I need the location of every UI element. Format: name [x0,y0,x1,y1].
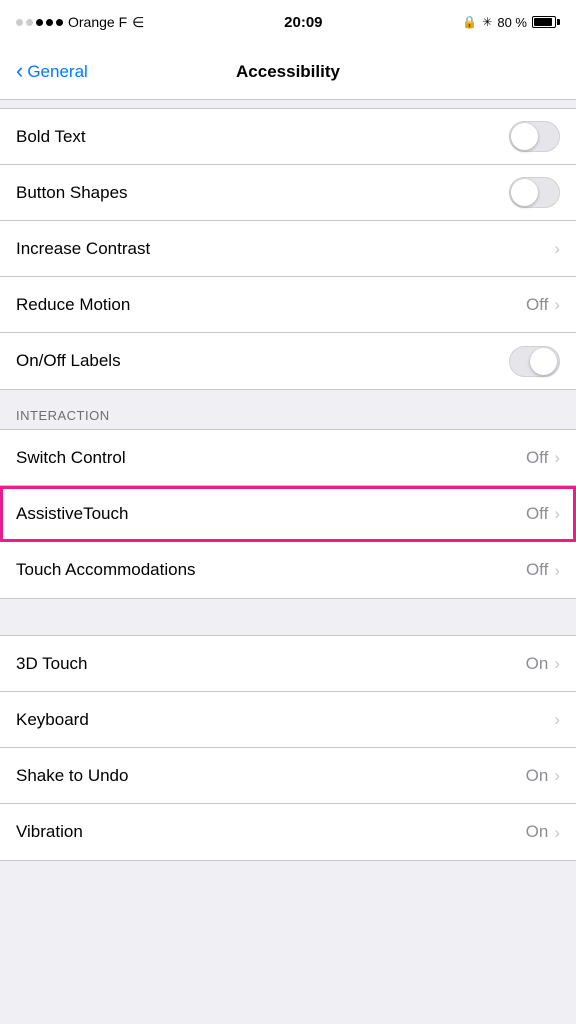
assistive-touch-chevron: › [554,505,560,522]
touch-accommodations-value: Off [526,560,548,580]
switch-control-item[interactable]: Switch Control Off › [0,430,576,486]
assistive-touch-value: Off [526,504,548,524]
increase-contrast-chevron: › [554,240,560,257]
wifi-icon: ∈ [132,14,144,31]
3d-touch-label: 3D Touch [16,654,88,674]
switch-control-chevron: › [554,449,560,466]
reduce-motion-value: Off [526,295,548,315]
assistive-touch-item[interactable]: AssistiveTouch Off › [0,486,576,542]
onoff-labels-toggle[interactable] [509,346,560,377]
shake-undo-item[interactable]: Shake to Undo On › [0,748,576,804]
3d-touch-value: On [526,654,549,674]
3d-touch-chevron: › [554,655,560,672]
touch-accommodations-item[interactable]: Touch Accommodations Off › [0,542,576,598]
signal-dots [16,19,63,26]
touch-accommodations-chevron: › [554,562,560,579]
back-button[interactable]: ‹ General [16,62,88,82]
status-right: 🔒 ✳ 80 % [462,15,560,30]
onoff-labels-toggle-knob [530,348,557,375]
lock-icon: 🔒 [462,15,477,29]
onoff-labels-item[interactable]: On/Off Labels [0,333,576,389]
bold-text-right [509,121,560,152]
keyboard-label: Keyboard [16,710,89,730]
shake-undo-right: On › [526,766,560,786]
battery-percent: 80 % [497,15,527,30]
signal-dot-5 [56,19,63,26]
button-shapes-toggle-knob [511,179,538,206]
back-label: General [27,62,87,82]
3d-touch-item[interactable]: 3D Touch On › [0,636,576,692]
page-title: Accessibility [236,62,340,82]
reduce-motion-chevron: › [554,296,560,313]
touch-accommodations-label: Touch Accommodations [16,560,196,580]
bluetooth-icon: ✳ [482,15,492,29]
3d-touch-right: On › [526,654,560,674]
vibration-label: Vibration [16,822,83,842]
shake-undo-label: Shake to Undo [16,766,128,786]
keyboard-chevron: › [554,711,560,728]
status-left: Orange F ∈ [16,14,144,31]
button-shapes-right [509,177,560,208]
reduce-motion-right: Off › [526,295,560,315]
bold-text-item[interactable]: Bold Text [0,109,576,165]
interaction-section: Switch Control Off › AssistiveTouch Off … [0,429,576,599]
signal-dot-1 [16,19,23,26]
onoff-labels-right [509,346,560,377]
shake-undo-chevron: › [554,767,560,784]
battery-icon [532,16,560,28]
vibration-right: On › [526,822,560,842]
assistive-touch-label: AssistiveTouch [16,504,128,524]
status-time: 20:09 [284,14,322,31]
increase-contrast-item[interactable]: Increase Contrast › [0,221,576,277]
vision-section: Bold Text Button Shapes Increase Contras… [0,108,576,390]
vibration-chevron: › [554,824,560,841]
bold-text-label: Bold Text [16,127,86,147]
interaction-section-header: INTERACTION [0,390,576,429]
status-bar: Orange F ∈ 20:09 🔒 ✳ 80 % [0,0,576,44]
section-gap-top [0,100,576,108]
reduce-motion-label: Reduce Motion [16,295,130,315]
signal-dot-2 [26,19,33,26]
keyboard-item[interactable]: Keyboard › [0,692,576,748]
switch-control-right: Off › [526,448,560,468]
onoff-labels-label: On/Off Labels [16,351,121,371]
switch-control-label: Switch Control [16,448,126,468]
vibration-value: On [526,822,549,842]
keyboard-right: › [554,711,560,728]
bold-text-toggle-knob [511,123,538,150]
vibration-item[interactable]: Vibration On › [0,804,576,860]
signal-dot-4 [46,19,53,26]
button-shapes-toggle[interactable] [509,177,560,208]
navigation-bar: ‹ General Accessibility [0,44,576,100]
signal-dot-3 [36,19,43,26]
touch-accommodations-right: Off › [526,560,560,580]
back-chevron-icon: ‹ [16,60,23,82]
button-shapes-item[interactable]: Button Shapes [0,165,576,221]
switch-control-value: Off [526,448,548,468]
assistive-touch-right: Off › [526,504,560,524]
button-shapes-label: Button Shapes [16,183,128,203]
carrier-label: Orange F [68,14,127,30]
reduce-motion-item[interactable]: Reduce Motion Off › [0,277,576,333]
shake-undo-value: On [526,766,549,786]
increase-contrast-right: › [554,240,560,257]
bold-text-toggle[interactable] [509,121,560,152]
physical-section: 3D Touch On › Keyboard › Shake to Undo O… [0,635,576,861]
section-gap-middle [0,599,576,635]
increase-contrast-label: Increase Contrast [16,239,150,259]
